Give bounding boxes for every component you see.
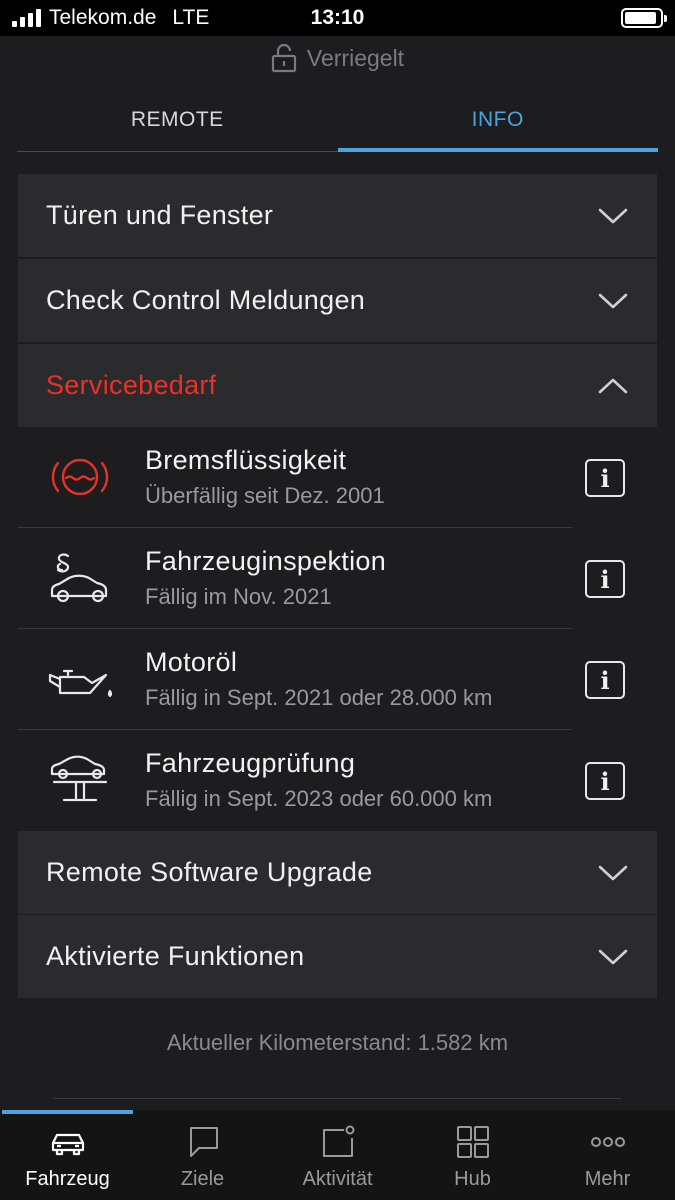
odometer-reading: Aktueller Kilometerstand: 1.582 km <box>166 1030 509 1055</box>
info-button[interactable]: i <box>585 459 625 497</box>
service-subtitle: Fällig in Sept. 2021 oder 28.000 km <box>145 685 493 710</box>
battery-icon <box>621 8 667 28</box>
tab-bar: REMOTE INFO <box>17 92 658 152</box>
info-button[interactable]: i <box>585 661 625 699</box>
chevron-down-icon <box>598 865 628 880</box>
lock-status-label: Verriegelt <box>306 44 405 71</box>
chevron-down-icon <box>598 208 628 223</box>
info-icon: i <box>600 463 610 493</box>
status-bar: Telekom.de LTE 13:10 <box>0 0 675 36</box>
service-item-vehicle-inspection: Fahrzeuginspektion Fällig im Nov. 2021 i <box>18 528 657 629</box>
service-subtitle: Fällig im Nov. 2021 <box>145 584 332 609</box>
service-item-brake-fluid: Bremsflüssigkeit Überfällig seit Dez. 20… <box>18 427 657 528</box>
service-title: Motoröl <box>145 647 238 677</box>
vehicle-lift-icon <box>50 755 108 802</box>
nav-label: Aktivität <box>302 1168 373 1190</box>
section-label: Aktivierte Funktionen <box>46 941 305 971</box>
nav-label: Ziele <box>180 1168 225 1190</box>
nav-aktivitaet[interactable]: Aktivität <box>270 1110 405 1200</box>
service-title: Fahrzeugprüfung <box>145 748 356 778</box>
notification-icon <box>322 1125 354 1157</box>
section-check-control[interactable]: Check Control Meldungen <box>18 259 657 342</box>
nav-fahrzeug[interactable]: Fahrzeug <box>0 1110 135 1200</box>
car-icon <box>51 1133 84 1156</box>
section-label: Türen und Fenster <box>46 200 274 230</box>
lock-icon <box>271 43 297 73</box>
brake-fluid-icon <box>51 458 109 496</box>
nav-label: Fahrzeug <box>25 1168 110 1190</box>
section-label: Servicebedarf <box>46 370 217 400</box>
chevron-down-icon <box>598 949 628 964</box>
divider <box>54 1098 621 1099</box>
nav-label: Hub <box>454 1168 491 1190</box>
grid-icon <box>456 1126 489 1158</box>
info-button[interactable]: i <box>585 762 625 800</box>
info-icon: i <box>600 766 610 796</box>
bottom-nav: Fahrzeug Ziele Aktivität Hub Mehr <box>0 1110 675 1200</box>
section-label: Check Control Meldungen <box>46 285 366 315</box>
service-subtitle: Fällig in Sept. 2023 oder 60.000 km <box>145 786 493 811</box>
info-icon: i <box>600 665 610 695</box>
chat-bubble-icon <box>189 1127 218 1157</box>
nav-ziele[interactable]: Ziele <box>135 1110 270 1200</box>
service-item-vehicle-check: Fahrzeugprüfung Fällig in Sept. 2023 ode… <box>18 730 657 831</box>
chevron-down-icon <box>598 293 628 308</box>
vehicle-inspection-icon <box>50 553 108 603</box>
nav-label: Mehr <box>584 1168 631 1190</box>
status-time: 13:10 <box>310 6 365 29</box>
section-service[interactable]: Servicebedarf <box>18 344 657 427</box>
service-item-engine-oil: Motoröl Fällig in Sept. 2021 oder 28.000… <box>18 629 657 730</box>
section-label: Remote Software Upgrade <box>46 857 373 887</box>
tab-remote[interactable]: REMOTE <box>17 92 338 152</box>
nav-hub[interactable]: Hub <box>405 1110 540 1200</box>
section-remote-software-upgrade[interactable]: Remote Software Upgrade <box>18 831 657 914</box>
service-title: Fahrzeuginspektion <box>145 546 387 576</box>
nav-mehr[interactable]: Mehr <box>540 1110 675 1200</box>
section-doors-windows[interactable]: Türen und Fenster <box>18 174 657 257</box>
service-subtitle: Überfällig seit Dez. 2001 <box>145 483 385 508</box>
lock-status: Verriegelt <box>0 38 675 78</box>
info-icon: i <box>600 564 610 594</box>
tab-info[interactable]: INFO <box>337 92 658 152</box>
more-dots-icon <box>590 1137 625 1147</box>
engine-oil-icon <box>48 669 113 698</box>
service-title: Bremsflüssigkeit <box>145 445 347 475</box>
section-activated-functions[interactable]: Aktivierte Funktionen <box>18 915 657 998</box>
info-button[interactable]: i <box>585 560 625 598</box>
chevron-up-icon <box>598 378 628 393</box>
